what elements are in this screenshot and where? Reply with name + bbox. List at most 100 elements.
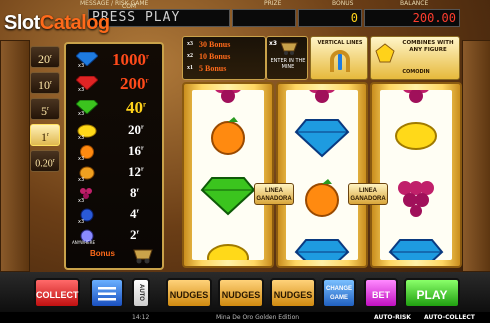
bet-20-label: 20 — [38, 52, 50, 66]
mine-beam-left — [0, 40, 30, 272]
balance-header-label: BALANCE — [400, 0, 429, 7]
lemon-icon — [395, 122, 437, 150]
paytable-mult: x3 — [78, 156, 85, 162]
paytable-number: 40 — [126, 98, 143, 117]
combines-panel: COMBINES WITH ANY FIGURE COMODIN — [370, 36, 460, 80]
enter-mine-text: ENTER IN THE MINE — [270, 58, 306, 70]
grapes-icon — [398, 181, 434, 217]
bonus-line-text: 30 Bonus — [199, 40, 231, 49]
paytable-value: 8r — [130, 185, 139, 201]
bet-20-button[interactable]: 20r — [30, 46, 60, 68]
collect-button[interactable]: COLLECT — [34, 278, 80, 308]
prize-display — [232, 9, 296, 27]
reel-2 — [276, 82, 368, 268]
play-button[interactable]: PLAY — [404, 278, 460, 308]
paytable-row: x3 16r — [72, 143, 162, 163]
auto-risk-toggle[interactable]: AUTO-RISK — [374, 312, 411, 323]
grapes-icon — [215, 90, 241, 103]
paytable-mult: x3 — [78, 87, 85, 93]
reel-3 — [370, 82, 462, 268]
bonus-value: 0 — [350, 11, 358, 25]
logo-text-catalog: Catalog — [39, 12, 110, 34]
paytable-mult: x3 — [78, 63, 85, 69]
bet-5-button[interactable]: 5r — [30, 98, 60, 120]
paytable-unit: r — [136, 208, 140, 215]
bonus-header-label: BONUS — [332, 0, 354, 7]
enter-mine-mult: x3 — [269, 40, 278, 47]
paytable-unit: r — [136, 229, 140, 236]
nudges-button-1[interactable]: NUDGES — [166, 278, 212, 308]
logo-text-slot: Slot — [4, 12, 40, 34]
blue-diamond-icon — [294, 239, 350, 260]
bet-0.20-button[interactable]: 0.20r — [30, 150, 60, 172]
bonus-line-mult: x3 — [187, 41, 193, 47]
nudges-button-3[interactable]: NUDGES — [270, 278, 316, 308]
vertical-lines-panel: VERTICAL LINES — [310, 36, 368, 80]
bet-0.20-label: 0.20 — [35, 158, 53, 170]
bonus-line-text: 5 Bonus — [199, 64, 227, 73]
paytable-mult: x3 — [78, 177, 85, 183]
game-name: Mina De Oro Golden Edition — [216, 314, 300, 321]
message-header-label: MESSAGE / RISK GAME — [80, 0, 149, 7]
auto-label: AUTO — [138, 284, 144, 301]
bet-1-button[interactable]: 1r — [30, 124, 60, 146]
paytable: x3 1000r x3 200r x3 40r x3 20r x3 16r x3… — [64, 42, 164, 270]
paytable-value: 2r — [130, 227, 139, 243]
winning-line-marker-2: LINEA GANADORA — [348, 183, 388, 205]
bonus-info-panel: x3 30 Bonus x2 10 Bonus x1 5 Bonus — [182, 36, 266, 80]
wild-gem-icon — [375, 43, 395, 63]
orange-icon — [211, 117, 245, 155]
paytable-row: x3 40r — [72, 98, 162, 118]
mine-beam-right — [462, 40, 490, 272]
balance-value: 200.00 — [412, 11, 456, 25]
enter-mine-panel: x3 ENTER IN THE MINE — [266, 36, 308, 80]
paytable-unit: r — [145, 76, 149, 85]
paytable-row: x3 20r — [72, 122, 162, 142]
message-text: PRESS PLAY — [92, 10, 181, 25]
paytable-value: 20r — [128, 122, 144, 138]
paytable-number: 12 — [128, 164, 141, 179]
paytable-unit: r — [143, 100, 147, 109]
bonus-line-mult: x2 — [187, 53, 193, 59]
grapes-icon — [309, 90, 335, 103]
reel-1-window — [192, 90, 264, 260]
paytable-unit: r — [141, 145, 144, 152]
nudges-button-2[interactable]: NUDGES — [218, 278, 264, 308]
paytable-row: x3 8r — [72, 185, 162, 205]
comodin-badge: COMODIN — [402, 69, 430, 75]
auto-collect-toggle[interactable]: AUTO-COLLECT — [424, 312, 475, 323]
paytable-row: x3 1000r — [72, 50, 162, 70]
clock: 14:12 — [132, 314, 150, 321]
reel-2-window — [286, 90, 358, 260]
lemon-icon — [207, 244, 249, 260]
change-game-button[interactable]: CHANGE GAME — [322, 278, 356, 308]
paytable-number: 20 — [128, 122, 141, 137]
bonus-label: Bonus — [90, 249, 115, 258]
paytable-value: 1000r — [112, 50, 149, 70]
paytable-unit: r — [146, 52, 150, 61]
combines-title: COMBINES WITH ANY FIGURE — [402, 40, 454, 53]
bet-button[interactable]: BET — [364, 278, 398, 308]
paytable-number: 16 — [128, 143, 141, 158]
blue-diamond-icon — [388, 239, 444, 260]
paytable-mult: x3 — [78, 135, 85, 141]
mine-cart-icon — [280, 42, 298, 55]
winning-line-marker-1: LINEA GANADORA — [254, 183, 294, 205]
paytable-value: 4r — [130, 206, 139, 222]
bet-10-button[interactable]: 10r — [30, 72, 60, 94]
paytable-value: 200r — [120, 74, 149, 94]
paytable-mult: x3 — [78, 219, 85, 225]
vertical-lines-title: VERTICAL LINES — [317, 40, 363, 46]
menu-icon — [98, 287, 116, 301]
bonus-line-mult: x1 — [187, 65, 193, 71]
paytable-row: x3 4r — [72, 206, 162, 226]
prize-header-label: PRIZE — [264, 0, 282, 7]
grapes-icon — [403, 90, 429, 103]
orange-icon — [305, 179, 339, 217]
reel-3-window — [380, 90, 452, 260]
paytable-value: 40r — [126, 98, 146, 118]
paytable-row: ANYWHERE 2r — [72, 227, 162, 247]
paytable-mult: ANYWHERE — [72, 240, 95, 245]
menu-button[interactable] — [90, 278, 124, 308]
auto-button[interactable]: AUTO — [132, 278, 150, 308]
